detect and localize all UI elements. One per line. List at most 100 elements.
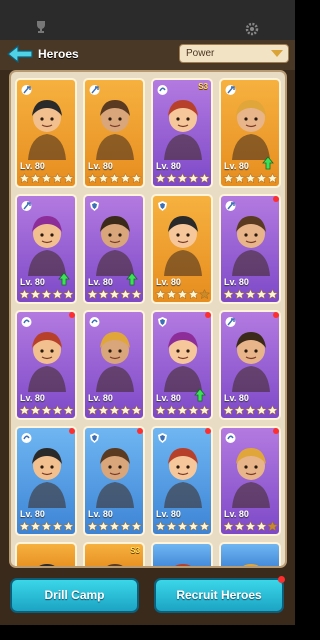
star-icon <box>19 521 31 531</box>
upgrade-arrow-icon <box>126 272 138 286</box>
hero-portrait <box>164 100 202 160</box>
hero-card[interactable] <box>151 542 213 566</box>
star-icon <box>155 289 167 299</box>
game-screen: Heroes Power Lv. 80 Lv. 80 S3 Lv. 80 Lv. 80 L… <box>0 0 295 640</box>
star-icon <box>87 173 99 183</box>
star-rating <box>223 289 279 299</box>
drill-camp-button[interactable]: Drill Camp <box>10 578 139 613</box>
chevron-down-icon <box>271 50 283 57</box>
hero-portrait <box>232 448 270 508</box>
hero-card[interactable]: Lv. 80 <box>151 426 213 536</box>
star-icon <box>40 521 53 531</box>
notification-dot <box>137 428 143 434</box>
hero-card[interactable]: Lv. 80 <box>219 194 281 304</box>
star-rating <box>223 521 279 531</box>
hero-level: Lv. 80 <box>224 509 249 519</box>
star-icon <box>29 289 42 299</box>
star-icon <box>266 521 279 531</box>
swirl-icon <box>21 317 32 327</box>
star-icon <box>176 173 189 183</box>
star-icon <box>51 289 64 299</box>
hero-card[interactable]: S3 <box>83 542 145 566</box>
star-icon <box>119 521 132 531</box>
hero-card[interactable]: Lv. 80 <box>15 426 77 536</box>
star-icon <box>198 289 211 299</box>
hero-portrait <box>232 100 270 160</box>
drill-camp-label: Drill Camp <box>44 588 105 602</box>
hero-card[interactable]: Lv. 80 <box>15 194 77 304</box>
hero-card[interactable] <box>15 542 77 566</box>
hero-card[interactable]: Lv. 80 <box>83 426 145 536</box>
hero-card[interactable]: Lv. 80 <box>151 194 213 304</box>
hero-card[interactable]: Lv. 80 <box>219 426 281 536</box>
star-icon <box>97 173 110 183</box>
star-icon <box>223 289 235 299</box>
upgrade-arrow-icon <box>58 272 70 286</box>
star-icon <box>255 521 268 531</box>
star-icon <box>176 405 189 415</box>
hero-portrait <box>243 564 259 566</box>
star-icon <box>40 289 53 299</box>
hero-card[interactable]: Lv. 80 <box>219 78 281 188</box>
star-icon <box>62 173 75 183</box>
shield-icon <box>158 201 167 211</box>
star-icon <box>244 405 257 415</box>
sort-dropdown[interactable]: Power <box>179 44 289 63</box>
hero-level: Lv. 80 <box>20 277 45 287</box>
hero-portrait <box>96 332 134 392</box>
star-icon <box>130 173 143 183</box>
star-icon <box>244 289 257 299</box>
hero-card[interactable]: Lv. 80 <box>83 310 145 420</box>
hero-card[interactable]: Lv. 80 <box>83 78 145 188</box>
hero-level: Lv. 80 <box>156 509 181 519</box>
star-icon <box>108 405 121 415</box>
star-icon <box>155 405 167 415</box>
star-icon <box>223 173 235 183</box>
hero-level: Lv. 80 <box>224 277 249 287</box>
star-icon <box>62 521 75 531</box>
hero-card[interactable]: S3 Lv. 80 <box>151 78 213 188</box>
star-icon <box>62 405 75 415</box>
star-icon <box>40 173 53 183</box>
hero-card[interactable] <box>219 542 281 566</box>
page-title: Heroes <box>38 47 79 61</box>
back-arrow-icon[interactable] <box>6 44 34 64</box>
swirl-icon <box>157 85 168 95</box>
notification-dot <box>273 196 279 202</box>
notification-dot <box>205 428 211 434</box>
hero-level: Lv. 80 <box>88 509 113 519</box>
swirl-icon <box>225 433 236 443</box>
hero-card[interactable]: Lv. 80 <box>219 310 281 420</box>
recruit-heroes-button[interactable]: Recruit Heroes <box>154 576 285 613</box>
star-icon <box>244 173 257 183</box>
shield-icon <box>158 317 167 327</box>
star-icon <box>19 289 31 299</box>
star-icon <box>223 521 235 531</box>
gear-icon[interactable] <box>245 22 259 36</box>
star-icon <box>119 173 132 183</box>
notification-dot <box>273 428 279 434</box>
trophy-icon[interactable] <box>34 20 48 34</box>
star-rating <box>19 173 75 183</box>
star-rating <box>87 521 143 531</box>
star-rating <box>155 405 211 415</box>
star-icon <box>19 173 31 183</box>
star-icon <box>87 289 99 299</box>
hero-card[interactable]: Lv. 80 <box>151 310 213 420</box>
hero-card[interactable]: Lv. 80 <box>15 78 77 188</box>
star-rating <box>19 289 75 299</box>
axe-icon <box>21 85 32 95</box>
star-icon <box>97 289 110 299</box>
star-icon <box>51 521 64 531</box>
hero-card[interactable]: Lv. 80 <box>15 310 77 420</box>
hero-portrait <box>28 332 66 392</box>
star-icon <box>97 405 110 415</box>
hero-level: Lv. 80 <box>224 161 249 171</box>
star-rating <box>155 521 211 531</box>
hero-portrait <box>39 564 55 566</box>
hero-card[interactable]: Lv. 80 <box>83 194 145 304</box>
star-icon <box>176 521 189 531</box>
star-icon <box>51 405 64 415</box>
star-icon <box>130 405 143 415</box>
star-icon <box>255 405 268 415</box>
